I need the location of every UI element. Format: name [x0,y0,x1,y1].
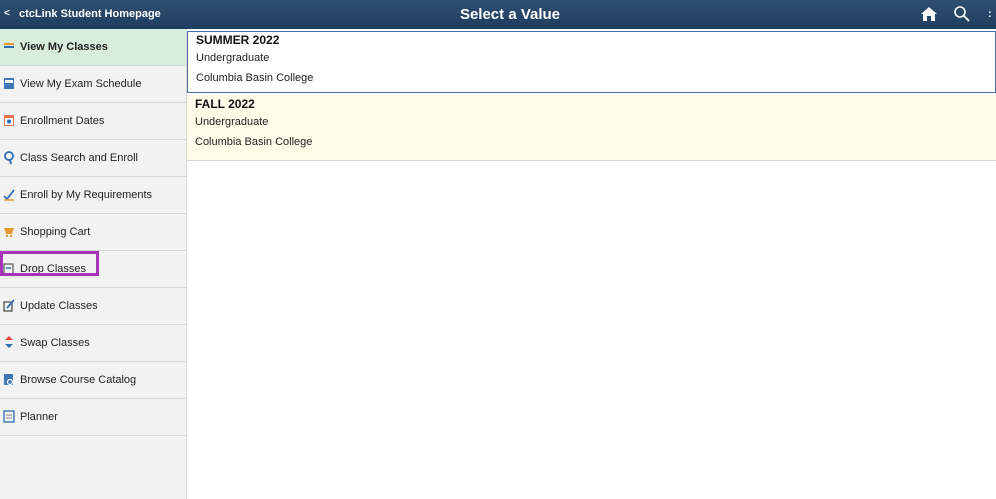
calendar-icon [4,115,14,126]
planner-icon [3,410,15,423]
header-bar: < ctcLink Student Homepage Select a Valu… [0,0,996,29]
cart-icon [4,228,14,238]
sidebar-item-label: Enroll by My Requirements [20,189,153,201]
sidebar-item-enroll-by-my-requirements[interactable]: Enroll by My Requirements [0,177,186,214]
sidebar-item-label: Drop Classes [20,263,87,275]
sidebar-item-label: Enrollment Dates [20,115,105,127]
sidebar-item-planner[interactable]: Planner [0,399,186,436]
term-name: SUMMER 2022 [196,33,280,47]
sidebar-item-class-search-and-enroll[interactable]: Class Search and Enroll [0,140,186,177]
back-button[interactable]: < [4,8,10,19]
edit-icon [3,299,15,312]
exam-icon [4,78,14,89]
classes-icon [4,43,14,48]
sidebar-item-view-my-classes[interactable]: View My Classes [0,29,186,66]
sidebar-item-enrollment-dates[interactable]: Enrollment Dates [0,103,186,140]
sidebar-item-label: View My Exam Schedule [20,78,142,90]
term-career: Undergraduate [196,52,270,64]
sidebar-item-label: Planner [20,411,58,423]
drop-icon [3,263,14,275]
home-title[interactable]: ctcLink Student Homepage [19,8,161,20]
search-icon[interactable] [953,5,971,23]
swap-icon [5,336,13,348]
search-icon [4,151,14,164]
term-row-summer-2022[interactable]: SUMMER 2022 Undergraduate Columbia Basin… [187,31,996,93]
check-icon [3,189,15,201]
home-icon[interactable] [920,6,938,22]
term-list: SUMMER 2022 Undergraduate Columbia Basin… [187,29,996,499]
sidebar: View My Classes View My Exam Schedule En… [0,29,187,499]
sidebar-item-browse-course-catalog[interactable]: Browse Course Catalog [0,362,186,399]
sidebar-item-label: Class Search and Enroll [20,152,139,164]
more-button[interactable]: : [988,8,992,20]
sidebar-item-label: Shopping Cart [20,226,91,238]
sidebar-item-label: Update Classes [20,300,98,312]
sidebar-item-swap-classes[interactable]: Swap Classes [0,325,186,362]
term-career: Undergraduate [195,116,269,128]
term-institution: Columbia Basin College [196,72,314,84]
term-institution: Columbia Basin College [195,136,313,148]
term-name: FALL 2022 [195,97,255,111]
sidebar-item-label: Swap Classes [20,337,90,349]
sidebar-item-update-classes[interactable]: Update Classes [0,288,186,325]
catalog-icon [4,374,14,386]
term-row-fall-2022[interactable]: FALL 2022 Undergraduate Columbia Basin C… [187,95,996,161]
sidebar-item-view-my-exam-schedule[interactable]: View My Exam Schedule [0,66,186,103]
page-title: Select a Value [459,6,561,23]
sidebar-item-drop-classes[interactable]: Drop Classes [0,251,186,288]
sidebar-item-label: Browse Course Catalog [20,374,137,386]
sidebar-item-label: View My Classes [20,41,108,53]
sidebar-item-shopping-cart[interactable]: Shopping Cart [0,214,186,251]
